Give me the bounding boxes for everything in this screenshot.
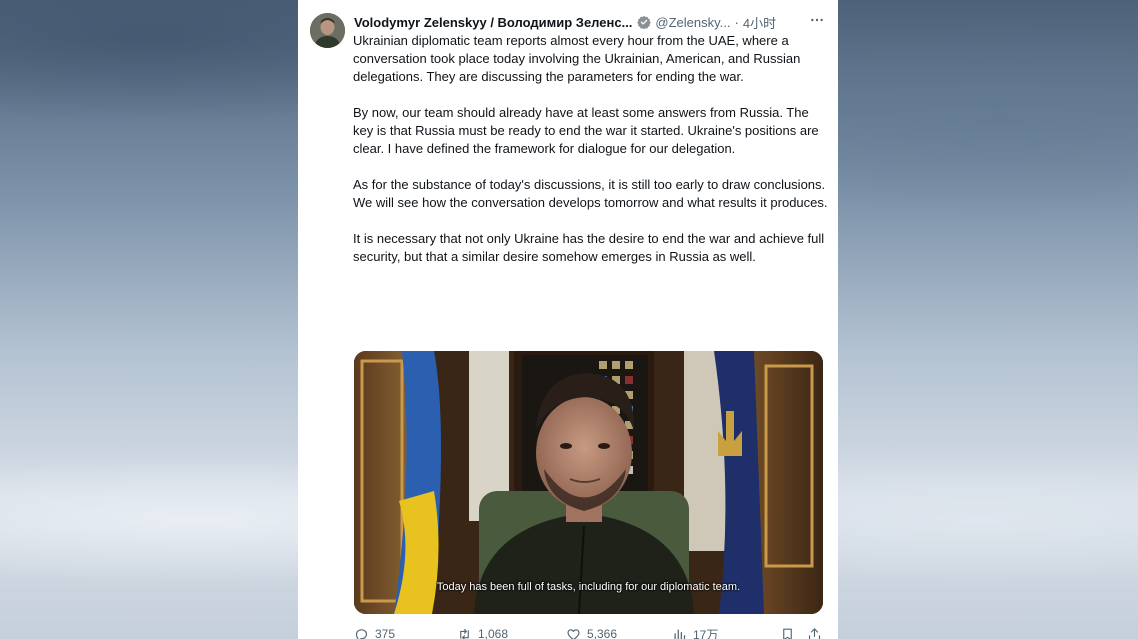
action-bar: 375 1,068 5,366 17万 — [354, 624, 824, 639]
avatar[interactable] — [310, 13, 345, 48]
tweet-paragraph: As for the substance of today's discussi… — [353, 177, 828, 210]
video-frame-illustration — [354, 351, 823, 614]
verified-badge-icon — [637, 15, 652, 30]
video-media[interactable]: Today has been full of tasks, including … — [354, 351, 823, 614]
retweet-icon — [460, 628, 469, 639]
separator-dot: · — [734, 14, 739, 30]
timestamp[interactable]: 4小时 — [743, 13, 776, 32]
bookmark-button[interactable] — [780, 627, 795, 639]
bookmark-icon — [783, 628, 792, 639]
handle[interactable]: @Zelensky... — [655, 15, 730, 30]
video-subtitle: Today has been full of tasks, including … — [436, 581, 741, 593]
reply-icon — [355, 628, 368, 639]
like-button[interactable]: 5,366 — [566, 627, 617, 639]
retweet-count: 1,068 — [478, 627, 509, 639]
reply-count: 375 — [375, 627, 396, 639]
tweet-header: Volodymyr Zelenskyy / Володимир Зеленс..… — [354, 12, 824, 32]
share-icon — [808, 627, 821, 639]
more-options-icon[interactable] — [806, 10, 828, 30]
like-count: 5,366 — [587, 627, 618, 639]
display-name[interactable]: Volodymyr Zelenskyy / Володимир Зеленс..… — [354, 15, 632, 30]
views-button[interactable]: 17万 — [672, 626, 718, 639]
share-button[interactable] — [807, 627, 822, 639]
tweet-card[interactable]: Volodymyr Zelenskyy / Володимир Зеленс..… — [298, 0, 838, 639]
tweet-paragraph: Ukrainian diplomatic team reports almost… — [353, 33, 801, 84]
tweet-paragraph: It is necessary that not only Ukraine ha… — [353, 231, 825, 264]
reply-button[interactable]: 375 — [354, 627, 395, 639]
tweet-paragraph: By now, our team should already have at … — [353, 105, 819, 156]
heart-icon — [567, 628, 580, 639]
tweet-text: Ukrainian diplomatic team reports almost… — [353, 32, 828, 284]
views-chart-icon — [674, 629, 686, 639]
retweet-button[interactable]: 1,068 — [457, 627, 508, 639]
views-count: 17万 — [693, 627, 719, 639]
